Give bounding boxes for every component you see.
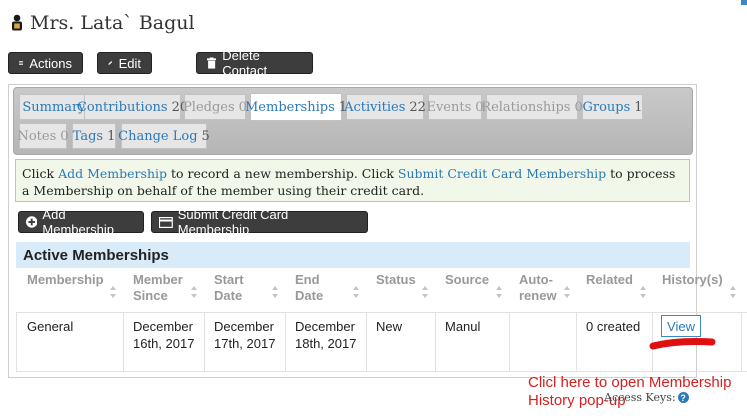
col-status[interactable]: Status [376,272,416,312]
sort-icon[interactable] [190,285,198,299]
tab-groups[interactable]: Groups 1 [582,94,643,120]
contact-name: Mrs. Lata` Bagul [30,12,195,34]
cell-status: New [376,319,403,334]
access-keys: Access Keys: ? [604,391,689,404]
submit-credit-card-label: Submit Credit Card Membership [177,207,289,237]
sort-icon[interactable] [421,285,429,299]
col-member-since[interactable]: Member Since [133,272,188,312]
col-history[interactable]: History(s) [662,272,723,312]
plus-circle-icon [26,216,38,228]
sort-icon[interactable] [563,285,571,299]
divider [204,312,205,372]
pencil-icon [108,61,113,65]
add-membership-link[interactable]: Add Membership [58,166,167,181]
sort-icon[interactable] [639,285,647,299]
sort-icon[interactable] [352,285,360,299]
tab-activities[interactable]: Activities 22 [344,94,426,120]
cell-member-since: December 16th, 2017 [133,319,195,351]
access-keys-label: Access Keys: [604,391,676,404]
divider [366,312,367,372]
help-text: to record a new membership. Click [167,166,398,181]
edit-label: Edit [118,55,141,71]
sort-icon[interactable] [495,285,503,299]
tab-events[interactable]: Events 0 [426,94,484,120]
sort-icon[interactable] [729,285,737,299]
tab-pledges[interactable]: Pledges 0 [183,94,247,120]
submit-credit-card-membership-button[interactable]: Submit Credit Card Membership [151,207,368,237]
person-icon [10,14,24,32]
sort-icon[interactable] [109,285,117,299]
cell-membership: General [27,319,74,334]
cell-end-date: December 18th, 2017 [295,319,357,351]
annotation-underline [649,338,716,350]
actions-label: Actions [29,55,72,71]
trash-icon [207,57,217,69]
cell-start-date: December 17th, 2017 [214,319,276,351]
tab-relationships[interactable]: Relationships 0 [481,94,583,120]
divider [576,312,577,372]
delete-contact-button[interactable]: Delete Contact [196,48,313,78]
col-auto-renew[interactable]: Auto-renew [519,272,561,312]
divider [285,312,286,372]
col-membership[interactable]: Membership [27,272,104,312]
corner-bar [741,0,747,5]
add-membership-button[interactable]: Add Membership [18,207,144,237]
delete-contact-label: Delete Contact [222,48,268,78]
col-source[interactable]: Source [445,272,489,312]
sort-icon[interactable] [271,285,279,299]
actions-button[interactable]: Actions [8,52,83,74]
col-end-date[interactable]: End Date [295,272,335,312]
tab-contributions[interactable]: Contributions 20 [77,94,188,120]
help-icon[interactable]: ? [677,392,689,403]
section-title: Active Memberships [16,242,690,268]
divider [435,312,436,372]
credit-card-icon [159,216,173,228]
help-message: Click Add Membership to record a new mem… [15,159,690,202]
tab-bar: Summary Contributions 20 Pledges 0 Members… [13,87,693,155]
submit-credit-card-link[interactable]: Submit Credit Card Membership [398,166,606,181]
tab-memberships[interactable]: Memberships 1 [245,93,347,121]
add-membership-label: Add Membership [42,207,114,237]
help-text: Click [22,166,59,181]
tab-notes[interactable]: Notes 0 [17,123,69,149]
divider [123,312,124,372]
menu-icon [19,61,24,65]
divider [16,312,17,372]
col-related[interactable]: Related [586,272,633,312]
edit-button[interactable]: Edit [97,52,152,74]
tab-change-log[interactable]: Change Log 5 [118,123,210,149]
cell-related: 0 created [586,319,641,334]
divider [741,312,742,372]
tab-tags[interactable]: Tags 1 [72,123,116,149]
col-start-date[interactable]: Start Date [214,272,254,312]
cell-source: Manul [445,319,481,334]
divider [509,312,510,372]
contact-header: Mrs. Lata` Bagul [10,12,195,34]
